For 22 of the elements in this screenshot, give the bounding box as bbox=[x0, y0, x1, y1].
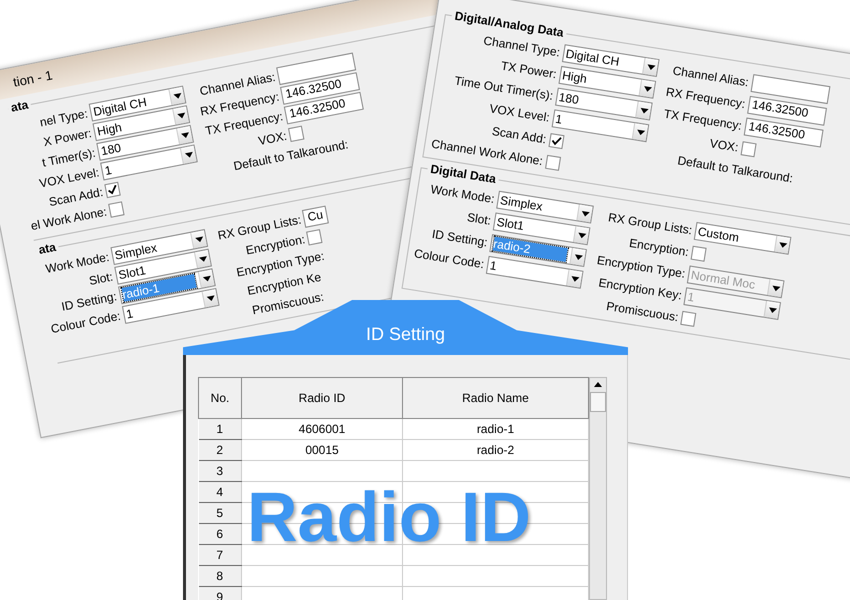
table-cell: 8 bbox=[198, 566, 242, 586]
table-cell: 00015 bbox=[242, 440, 402, 460]
table-cell: 1 bbox=[198, 418, 242, 440]
column-header: No. bbox=[198, 378, 242, 418]
table-cell: 4 bbox=[198, 482, 242, 502]
table-cell: 3 bbox=[198, 460, 242, 482]
table-cell: 6 bbox=[198, 524, 242, 544]
field-label: ID Setting: bbox=[60, 288, 118, 314]
table-cell: 4606001 bbox=[242, 418, 402, 440]
table-cell: radio-1 bbox=[402, 418, 588, 440]
column-header: Radio ID bbox=[242, 378, 402, 418]
table-cell: 7 bbox=[198, 544, 242, 566]
field-label: VOX: bbox=[257, 128, 288, 148]
column-header: Radio Name bbox=[402, 378, 588, 418]
field-label: TX Power: bbox=[500, 58, 558, 82]
field-label: Slot: bbox=[88, 268, 114, 290]
table-cell: radio-2 bbox=[402, 440, 588, 460]
table-cell: 5 bbox=[198, 502, 242, 524]
field-label: Channel Alias: bbox=[672, 62, 750, 90]
overlay-title: Radio ID bbox=[247, 482, 531, 552]
table-cell: 2 bbox=[198, 440, 242, 460]
panel-title: ID Setting bbox=[366, 324, 446, 345]
